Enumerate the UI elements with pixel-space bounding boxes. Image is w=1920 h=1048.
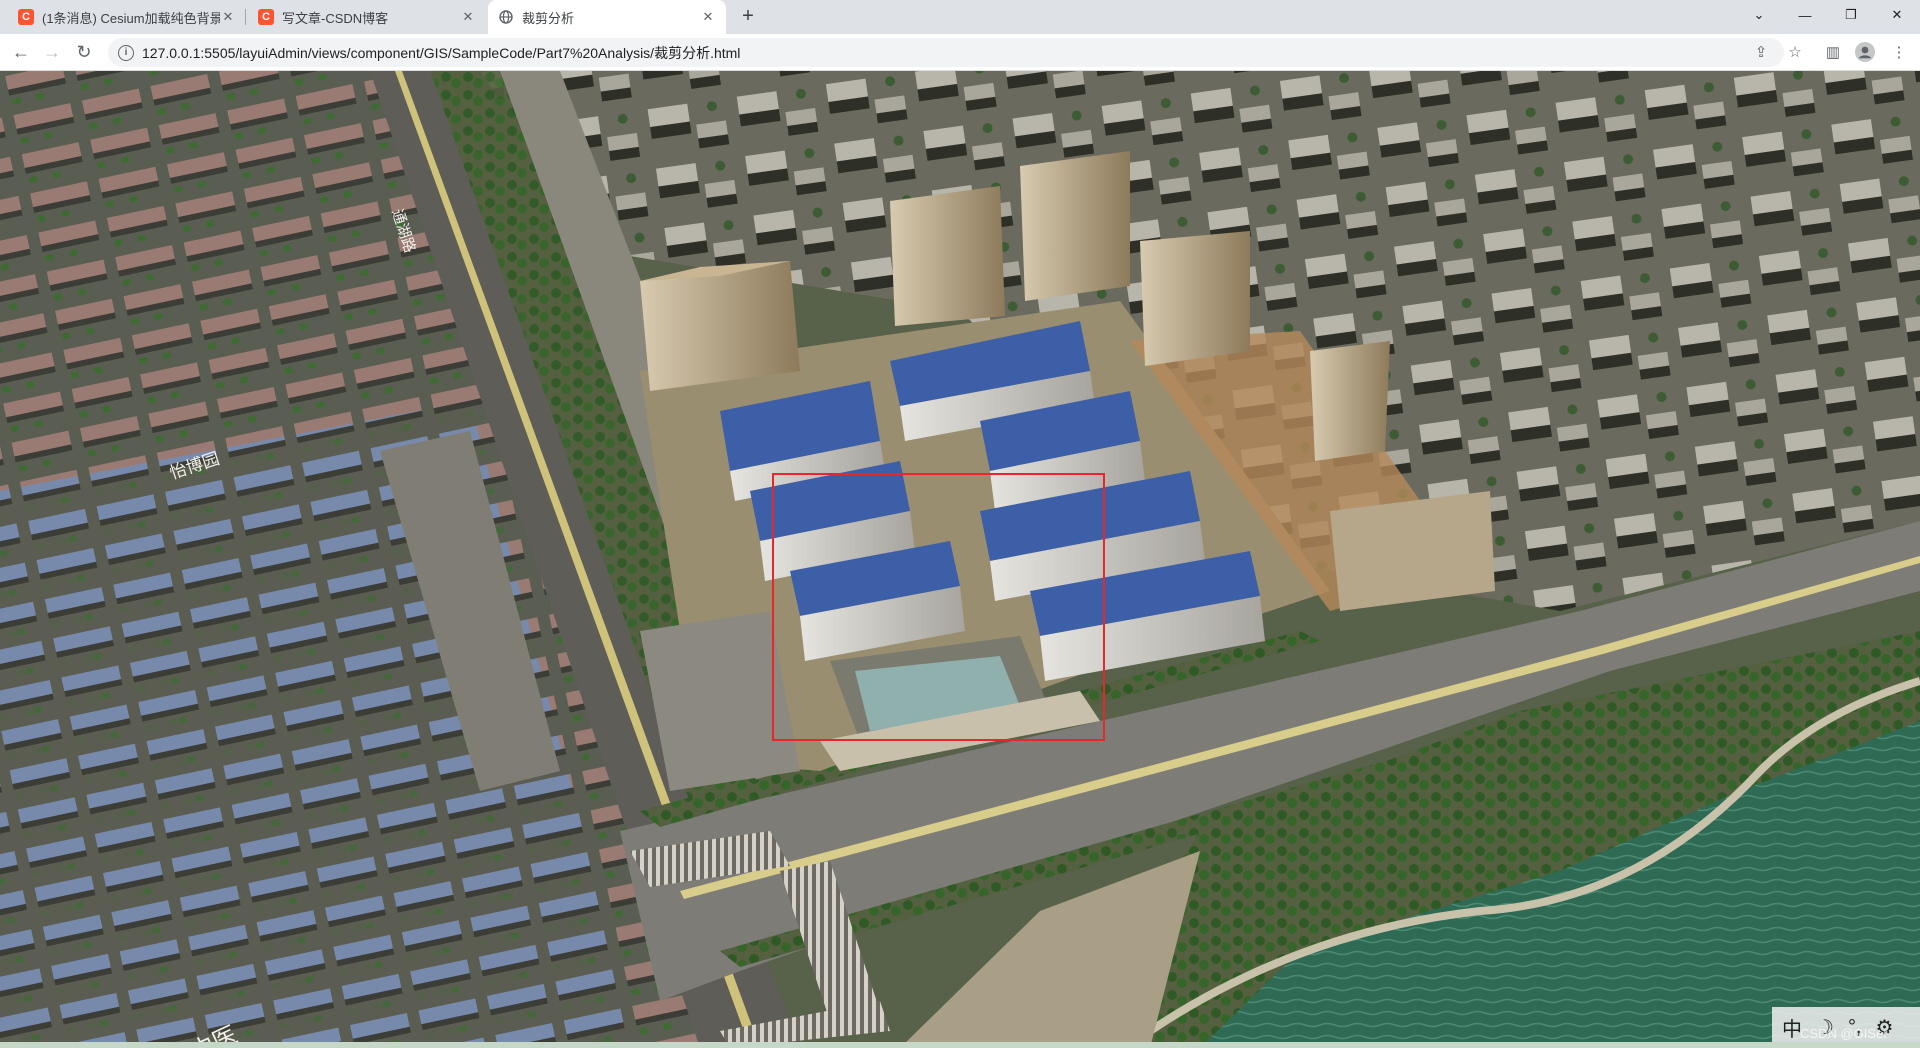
csdn-watermark: CSDN @GISer [1800, 1026, 1888, 1041]
tab-title: (1条消息) Cesium加载纯色背景_ [42, 10, 220, 26]
reload-icon[interactable]: ↻ [72, 40, 96, 64]
site-info-icon[interactable]: i [118, 44, 134, 61]
share-icon[interactable]: ⇪ [1750, 41, 1772, 63]
forward-arrow-icon[interactable]: → [40, 40, 64, 64]
credit-bar [0, 1042, 1920, 1048]
csdn-favicon-icon: C [258, 9, 274, 25]
browser-toolbar: ← → ↻ i 127.0.0.1:5505/layuiAdmin/views/… [0, 34, 1920, 71]
tab-title: 裁剪分析 [522, 10, 575, 26]
bookmark-star-icon[interactable]: ☆ [1784, 41, 1806, 63]
close-tab-icon[interactable]: ✕ [700, 9, 716, 25]
cesium-viewer[interactable]: 通湖路 怡博园 同仁中医 中 ☽ °, ⚙ CSDN @GISer [0, 71, 1920, 1048]
url-text[interactable]: 127.0.0.1:5505/layuiAdmin/views/componen… [142, 43, 740, 63]
ime-chinese-mode[interactable]: 中 [1782, 1013, 1802, 1042]
close-window-button[interactable]: ✕ [1874, 0, 1920, 30]
new-tab-button[interactable]: + [738, 6, 758, 27]
back-arrow-icon[interactable]: ← [9, 40, 33, 64]
tab-separator [245, 9, 246, 25]
restore-button[interactable]: ❐ [1828, 0, 1874, 30]
side-panel-icon[interactable]: ▥ [1822, 41, 1844, 63]
minimize-button[interactable]: — [1782, 0, 1828, 30]
menu-kebab-icon[interactable]: ⋮ [1888, 41, 1910, 63]
tab-clip-analysis[interactable]: 裁剪分析 ✕ [488, 0, 726, 34]
clip-rectangle[interactable] [772, 473, 1105, 741]
tab-write-article[interactable]: C 写文章-CSDN博客 ✕ [248, 0, 486, 34]
close-tab-icon[interactable]: ✕ [220, 9, 236, 25]
profile-avatar-icon[interactable] [1854, 41, 1876, 63]
address-bar[interactable]: i 127.0.0.1:5505/layuiAdmin/views/compon… [108, 38, 1784, 67]
tab-cesium-article[interactable]: C (1条消息) Cesium加载纯色背景_ ✕ [8, 0, 246, 34]
close-tab-icon[interactable]: ✕ [460, 9, 476, 25]
tab-title: 写文章-CSDN博客 [282, 10, 389, 26]
csdn-favicon-icon: C [18, 9, 34, 25]
tab-search-icon[interactable]: ⌄ [1736, 0, 1782, 30]
globe-icon [498, 9, 514, 25]
tab-strip: C (1条消息) Cesium加载纯色背景_ ✕ C 写文章-CSDN博客 ✕ … [0, 0, 1920, 34]
